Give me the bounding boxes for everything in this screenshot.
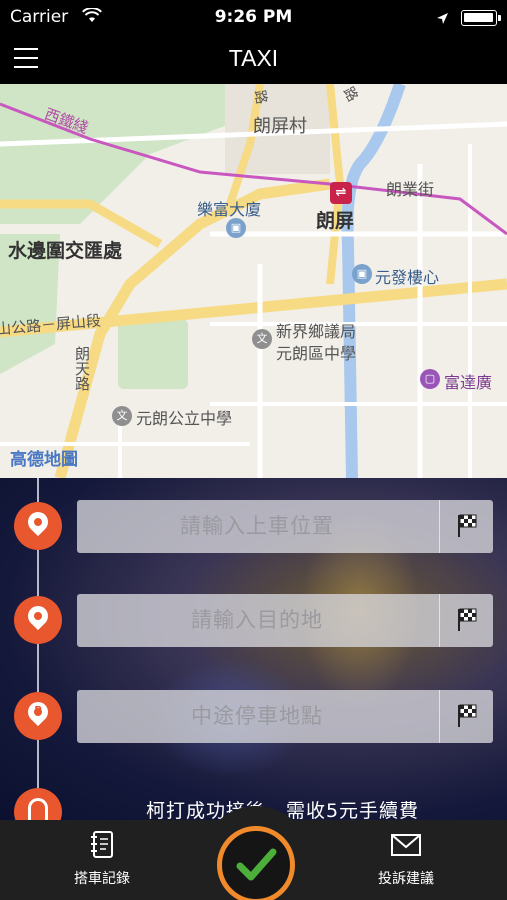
- checkmark-icon: [236, 848, 277, 881]
- nav-bar: TAXI: [0, 34, 507, 84]
- map-label-yuen-fat: 元發樓心: [375, 268, 440, 287]
- map-provider-logo: 高德地圖: [10, 450, 78, 470]
- pickup-flag-button[interactable]: [439, 500, 493, 553]
- envelope-icon: [391, 834, 421, 856]
- checkered-flag-icon: [457, 514, 476, 537]
- map-label-school-a2: 元朗區中學: [276, 344, 357, 363]
- destination-input[interactable]: 請輸入目的地: [77, 594, 437, 647]
- notebook-icon: [91, 831, 113, 858]
- tab-ride-history-label: 搭車記錄: [74, 871, 130, 887]
- pickup-input[interactable]: 請輸入上車位置: [77, 500, 437, 553]
- map-label-lok-fu: 樂富大廈: [197, 200, 262, 219]
- building-pin-icon: ▣: [226, 218, 246, 238]
- clock: 9:26 PM: [214, 7, 293, 27]
- status-bar: Carrier 9:26 PM: [0, 0, 507, 34]
- booking-panel: 請輸入上車位置 ★ 請輸入目的地 P 中途停車地點 柯打成功接後，需收5元手續費: [0, 478, 507, 820]
- map-label-long-yip: 朗業街: [386, 180, 435, 199]
- building-pin-icon-2: ▣: [352, 264, 372, 284]
- tab-ride-history[interactable]: 搭車記錄: [52, 830, 152, 888]
- tab-complaint-label: 投訴建議: [378, 871, 434, 887]
- checkered-flag-icon: [457, 608, 476, 631]
- confirm-button[interactable]: [217, 826, 295, 900]
- map-label-longping-village: 朗屏村: [253, 116, 307, 137]
- battery-icon: [461, 10, 501, 26]
- shopping-pin-icon: ▢: [420, 369, 440, 389]
- map-label-long-ping: 朗屏: [316, 210, 355, 232]
- map-label-long-tin-road: 朗天路: [73, 346, 91, 391]
- location-arrow-icon: [436, 10, 449, 30]
- page-title: TAXI: [228, 45, 279, 71]
- stopover-flag-button[interactable]: [439, 690, 493, 743]
- pickup-row: 請輸入上車位置: [77, 500, 493, 553]
- map-label-shui-pin-wai: 水邊圍交匯處: [8, 240, 123, 262]
- school-pin-icon-2: 文: [112, 406, 132, 426]
- destination-flag-button[interactable]: [439, 594, 493, 647]
- map-label-plaza: 富達廣: [444, 373, 493, 392]
- tab-complaint[interactable]: 投訴建議: [356, 830, 456, 888]
- stopover-row: 中途停車地點: [77, 690, 493, 743]
- destination-pin-icon: ★: [14, 596, 62, 644]
- checkered-flag-icon: [457, 704, 476, 727]
- pickup-pin-icon: [14, 502, 62, 550]
- destination-row: 請輸入目的地: [77, 594, 493, 647]
- stopover-pin-icon: P: [14, 692, 62, 740]
- map-view[interactable]: 西鐵綫 路 路 朗屏村 樂富大廈 ▣ ⇌ 朗屏 朗業街 水邊圍交匯處 ▣ 元發樓…: [0, 84, 507, 478]
- school-pin-icon: 文: [252, 329, 272, 349]
- tab-bar: 搭車記錄 投訴建議: [0, 806, 507, 900]
- stopover-input[interactable]: 中途停車地點: [77, 690, 437, 743]
- map-label-school-b: 元朗公立中學: [136, 409, 233, 428]
- mtr-station-icon: ⇌: [330, 182, 352, 204]
- map-label-school-a1: 新界鄉議局: [276, 322, 357, 341]
